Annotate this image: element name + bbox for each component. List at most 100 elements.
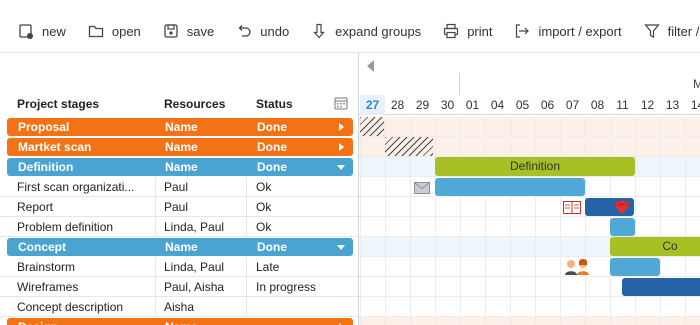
day-label: 13 — [665, 98, 680, 112]
group-row[interactable]: Definition Name Done — [0, 157, 358, 177]
column-separator — [155, 197, 156, 217]
filter-icon — [643, 24, 660, 38]
resources-cell: Paul, Aisha — [164, 280, 225, 294]
status-cell: In progress — [256, 280, 317, 294]
resources-cell: Name — [165, 140, 198, 154]
print-button[interactable]: print — [443, 16, 492, 46]
status-cell: Done — [257, 240, 287, 254]
calendar-icon[interactable] — [334, 96, 348, 110]
definition-summary-bar[interactable]: Definition — [435, 157, 635, 176]
resources-cell: Paul — [164, 200, 189, 214]
concept-summary-bar[interactable]: Co — [610, 237, 700, 256]
task-row[interactable]: Wireframes Paul, Aisha In progress — [0, 277, 358, 297]
stage-cell: Report — [17, 200, 54, 214]
new-label: new — [42, 23, 66, 39]
resources-cell: Name — [165, 160, 198, 174]
status-cell: Ok — [256, 180, 272, 194]
import-export-button[interactable]: import / export — [514, 16, 622, 46]
column-separator — [155, 257, 156, 277]
grid-line — [560, 116, 561, 325]
day-label: 04 — [490, 98, 505, 112]
column-separator — [155, 297, 156, 317]
day-label: 05 — [515, 98, 530, 112]
resources-cell: Name — [165, 317, 198, 325]
previous-arrow-icon[interactable] — [365, 59, 375, 73]
resources-cell: Linda, Paul — [164, 220, 225, 234]
task-grid: Project stages Resources Status Proposal… — [0, 53, 358, 325]
day-label: 01 — [465, 98, 480, 112]
save-button[interactable]: save — [163, 16, 214, 46]
task-row[interactable]: First scan organizati... Paul Ok — [0, 177, 358, 197]
status-cell: Late — [256, 260, 280, 274]
day-label: 14 — [690, 98, 700, 112]
stage-cell: First scan organizati... — [17, 180, 135, 194]
day-label: 07 — [565, 98, 580, 112]
gantt-chart: M 27 28 29 30 01 04 05 06 07 08 11 12 13 14 Definitio… — [358, 53, 700, 325]
stage-cell: Proposal — [18, 120, 70, 134]
open-button[interactable]: open — [88, 16, 141, 46]
group-row[interactable]: Proposal Name Done — [0, 117, 358, 137]
status-cell — [256, 297, 356, 317]
task-row[interactable]: Brainstorm Linda, Paul Late — [0, 257, 358, 277]
resources-cell: Name — [165, 240, 198, 254]
group-row[interactable]: Concept Name Done — [0, 237, 358, 257]
resources-cell: Paul — [164, 180, 189, 194]
stage-cell: Brainstorm — [17, 260, 76, 274]
envelope-icon[interactable] — [414, 181, 430, 199]
folder-icon — [88, 25, 104, 38]
import-export-icon — [516, 24, 530, 38]
task-row[interactable]: Concept description Aisha — [0, 297, 358, 317]
task-bar[interactable] — [435, 178, 585, 196]
day-label: 27 — [360, 95, 385, 115]
status-cell: Ok — [256, 220, 272, 234]
column-header-resources[interactable]: Resources — [164, 97, 225, 111]
undo-button[interactable]: undo — [236, 16, 289, 46]
column-separator — [246, 257, 247, 277]
row-line — [359, 256, 700, 257]
new-button[interactable]: new — [18, 16, 66, 46]
column-separator — [246, 297, 247, 317]
day-label: 30 — [440, 98, 455, 112]
save-icon — [164, 24, 178, 38]
task-bar[interactable] — [610, 218, 635, 236]
row-line — [359, 216, 700, 217]
collapse-arrow-icon[interactable] — [337, 243, 345, 251]
task-bar[interactable] — [610, 258, 660, 276]
column-separator — [246, 177, 247, 197]
column-separator — [246, 217, 247, 237]
task-row[interactable]: Problem definition Linda, Paul Ok — [0, 217, 358, 237]
status-cell: Done — [257, 160, 287, 174]
column-header-status[interactable]: Status — [256, 97, 293, 111]
grid-line — [485, 116, 486, 325]
collapse-arrow-icon[interactable] — [337, 163, 345, 171]
filter-button[interactable]: filter / se — [643, 16, 700, 46]
task-bar[interactable] — [622, 278, 700, 296]
expand-arrow-icon[interactable] — [337, 123, 345, 131]
hatched-area — [385, 137, 433, 156]
day-label: 08 — [590, 98, 605, 112]
expand-groups-button[interactable]: expand groups — [311, 16, 421, 46]
ruby-icon[interactable] — [614, 200, 630, 219]
expand-groups-label: expand groups — [335, 23, 422, 39]
group-row[interactable]: Design Name — [0, 317, 358, 325]
column-separator — [246, 277, 247, 297]
status-cell: Done — [257, 140, 287, 154]
hatched-area — [360, 117, 384, 136]
grid-line — [360, 116, 361, 325]
stage-cell: Wireframes — [17, 280, 79, 294]
expand-arrow-icon[interactable] — [337, 143, 345, 151]
day-label: 28 — [390, 98, 405, 112]
group-row[interactable]: Martket scan Name Done — [0, 137, 358, 157]
undo-icon — [238, 25, 251, 37]
column-header-stages[interactable]: Project stages — [17, 97, 99, 111]
people-icon[interactable] — [564, 259, 592, 280]
book-icon[interactable] — [563, 201, 581, 219]
column-separator — [155, 217, 156, 237]
stage-cell: Martket scan — [18, 140, 92, 154]
task-row[interactable]: Report Paul Ok — [0, 197, 358, 217]
stage-cell: Problem definition — [17, 220, 114, 234]
status-cell: Ok — [256, 200, 272, 214]
day-label: 11 — [616, 98, 629, 112]
row-line — [359, 316, 700, 317]
printer-icon — [444, 23, 459, 39]
